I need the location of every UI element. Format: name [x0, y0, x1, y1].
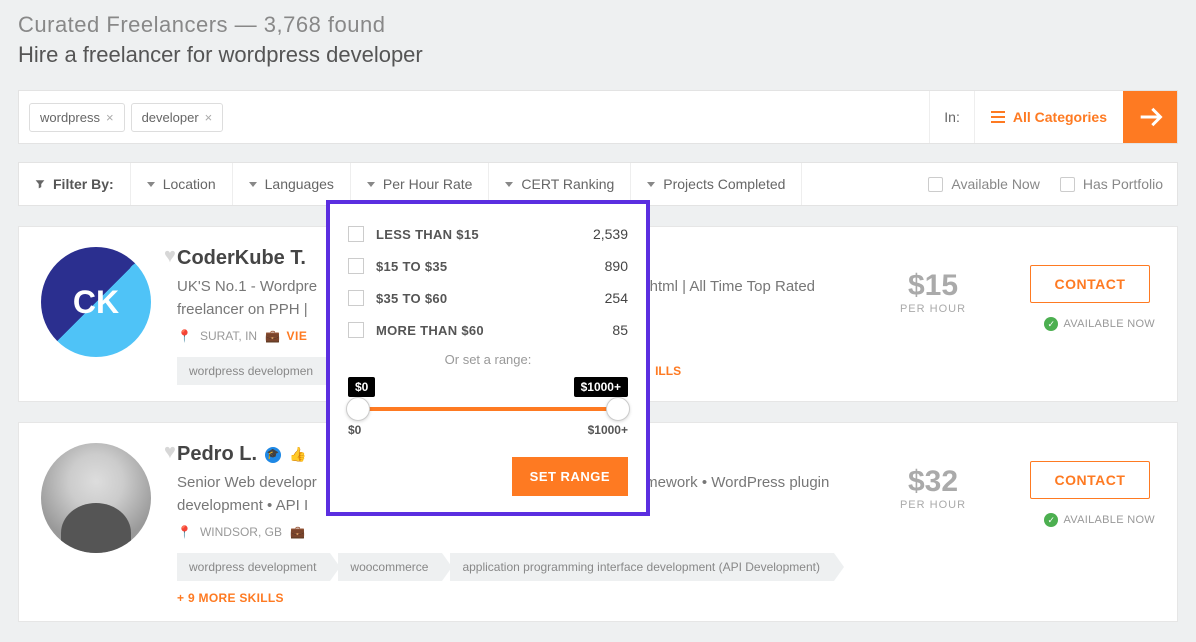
avatar[interactable]: CK	[41, 247, 151, 357]
freelancer-location: WINDSOR, GB	[200, 525, 282, 539]
available-now-checkbox[interactable]: Available Now	[928, 176, 1039, 192]
checkbox-icon	[348, 226, 364, 242]
min-end-label: $0	[348, 423, 361, 437]
skill-tag[interactable]: application programming interface develo…	[450, 553, 834, 581]
check-icon: ✓	[1044, 513, 1058, 527]
briefcase-icon: 💼	[290, 525, 305, 539]
rate-option[interactable]: MORE THAN $6085	[348, 314, 628, 346]
min-badge: $0	[348, 377, 375, 397]
caret-down-icon	[367, 182, 375, 187]
checkbox-icon	[348, 258, 364, 274]
more-skills-link[interactable]: + 9 MORE SKILLS	[177, 591, 841, 605]
filter-languages[interactable]: Languages	[233, 163, 351, 205]
verified-badge-icon: 🎓	[265, 447, 281, 463]
slider-handle-min[interactable]	[346, 397, 370, 421]
hourly-rate: $32	[863, 465, 1003, 499]
list-icon	[991, 111, 1005, 123]
page-subtitle: Hire a freelancer for wordpress develope…	[18, 42, 1178, 68]
search-button[interactable]	[1123, 91, 1177, 143]
filter-location[interactable]: Location	[131, 163, 233, 205]
max-badge: $1000+	[574, 377, 628, 397]
search-bar: wordpress × developer × In: All Categories	[18, 90, 1178, 144]
favorite-icon[interactable]: ♥	[164, 245, 176, 268]
slider-handle-max[interactable]	[606, 397, 630, 421]
availability-badge: ✓AVAILABLE NOW	[1025, 317, 1155, 331]
filter-by-label: Filter By:	[19, 163, 131, 205]
caret-down-icon	[147, 182, 155, 187]
rate-unit: PER HOUR	[863, 499, 1003, 511]
rate-unit: PER HOUR	[863, 303, 1003, 315]
tag-label: developer	[142, 110, 199, 125]
caret-down-icon	[647, 182, 655, 187]
view-profile-link[interactable]: 💼VIE	[265, 329, 307, 343]
location-icon: 📍	[177, 525, 192, 539]
range-slider-track[interactable]	[358, 407, 618, 411]
favorite-icon[interactable]: ♥	[164, 441, 176, 464]
checkbox-icon	[348, 290, 364, 306]
caret-down-icon	[505, 182, 513, 187]
tag-wordpress[interactable]: wordpress ×	[29, 103, 125, 132]
tag-developer[interactable]: developer ×	[131, 103, 224, 132]
filter-projects-completed[interactable]: Projects Completed	[631, 163, 802, 205]
skill-tag[interactable]: woocommerce	[338, 553, 442, 581]
view-profile-link[interactable]: 💼	[290, 525, 305, 539]
rate-option[interactable]: LESS THAN $152,539	[348, 218, 628, 250]
rate-option[interactable]: $15 TO $35890	[348, 250, 628, 282]
arrow-right-icon	[1136, 103, 1164, 131]
close-icon[interactable]: ×	[106, 110, 114, 125]
search-tag-area[interactable]: wordpress × developer ×	[19, 91, 929, 143]
page-title: Curated Freelancers — 3,768 found	[18, 12, 1178, 38]
filter-per-hour-rate[interactable]: Per Hour Rate	[351, 163, 489, 205]
filter-cert-ranking[interactable]: CERT Ranking	[489, 163, 631, 205]
set-range-button[interactable]: SET RANGE	[512, 457, 628, 496]
range-label: Or set a range:	[348, 352, 628, 367]
checkbox-icon	[1060, 177, 1075, 192]
tag-label: wordpress	[40, 110, 100, 125]
check-icon: ✓	[1044, 317, 1058, 331]
thumb-up-icon: 👍	[289, 446, 306, 463]
max-end-label: $1000+	[588, 423, 628, 437]
categories-dropdown[interactable]: All Categories	[974, 91, 1123, 143]
checkbox-icon	[348, 322, 364, 338]
avatar[interactable]	[41, 443, 151, 553]
skill-tag[interactable]: wordpress developmen	[177, 357, 327, 385]
contact-button[interactable]: CONTACT	[1030, 461, 1151, 499]
checkbox-icon	[928, 177, 943, 192]
more-skills-link[interactable]: ILLS	[655, 364, 681, 378]
has-portfolio-checkbox[interactable]: Has Portfolio	[1060, 176, 1163, 192]
close-icon[interactable]: ×	[205, 110, 213, 125]
hourly-rate: $15	[863, 269, 1003, 303]
briefcase-icon: 💼	[265, 329, 280, 343]
caret-down-icon	[249, 182, 257, 187]
funnel-icon	[35, 179, 45, 189]
per-hour-rate-dropdown: LESS THAN $152,539 $15 TO $35890 $35 TO …	[326, 200, 650, 516]
categories-label: All Categories	[1013, 109, 1107, 125]
freelancer-location: SURAT, IN	[200, 329, 257, 343]
skill-tag[interactable]: wordpress development	[177, 553, 330, 581]
in-label: In:	[929, 91, 974, 143]
location-icon: 📍	[177, 329, 192, 343]
availability-badge: ✓AVAILABLE NOW	[1025, 513, 1155, 527]
rate-option[interactable]: $35 TO $60254	[348, 282, 628, 314]
contact-button[interactable]: CONTACT	[1030, 265, 1151, 303]
